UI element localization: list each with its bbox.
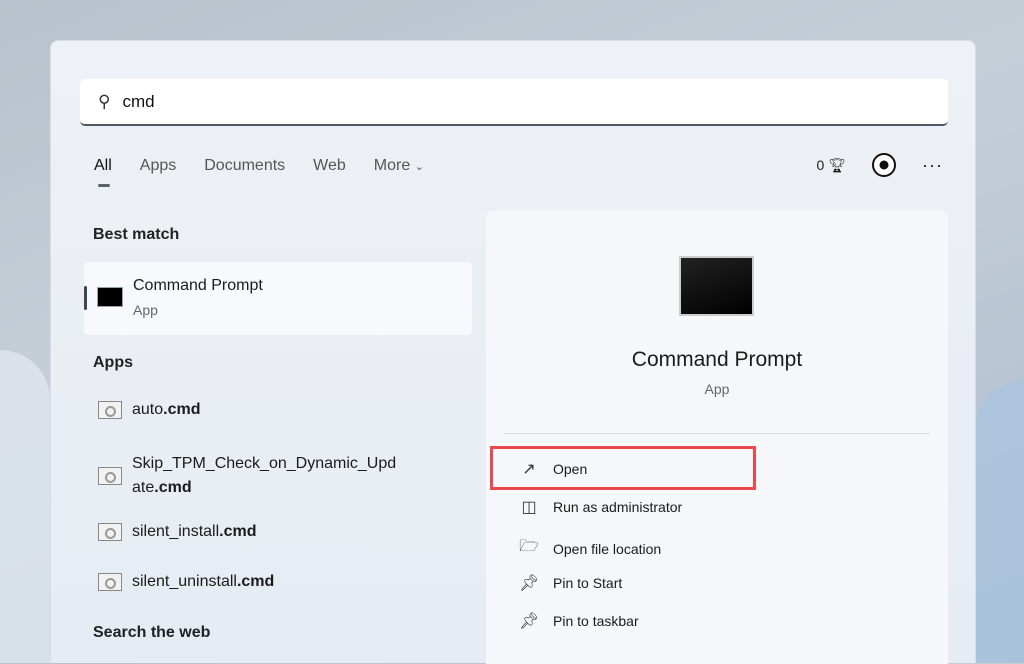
selection-indicator: [84, 286, 87, 310]
action-label: Open: [553, 461, 588, 477]
command-prompt-large-icon: [679, 256, 754, 316]
best-match-subtitle: App: [133, 302, 158, 318]
detail-subtitle: App: [704, 381, 730, 397]
action-label: Run as administrator: [553, 499, 683, 515]
tab-documents[interactable]: Documents: [204, 157, 285, 175]
app-result-item[interactable]: Skip_TPM_Check_on_Dynamic_Update.cmd ›: [98, 452, 494, 500]
wallpaper-bloom: [0, 350, 50, 663]
search-icon: ⚲: [98, 91, 111, 111]
search-web-heading: Search the web: [93, 624, 211, 641]
app-ext: .cmd: [236, 573, 275, 590]
tab-web[interactable]: Web: [313, 157, 346, 175]
apps-heading: Apps: [93, 354, 133, 371]
pin-icon: 📌︎: [519, 575, 540, 592]
open-external-icon: ↗: [522, 461, 536, 478]
more-options-icon[interactable]: ···: [922, 155, 943, 176]
folder-icon: 🗁︎: [519, 538, 539, 555]
action-open-file-location[interactable]: 🗁︎ Open file location: [519, 535, 661, 562]
rewards-points: 0: [816, 156, 825, 173]
app-ext: .cmd: [163, 401, 201, 418]
action-label: Pin to Start: [553, 575, 623, 591]
app-name-cont: ate: [132, 479, 155, 496]
filter-tabs: All Apps Documents Web More ⌄: [94, 157, 424, 187]
action-label: Open file location: [553, 540, 662, 557]
best-match-heading: Best match: [93, 226, 180, 243]
app-name: auto: [132, 401, 164, 418]
tab-apps[interactable]: Apps: [140, 157, 176, 175]
trophy-icon: 🏆︎: [828, 156, 847, 173]
chevron-down-icon: ⌄: [414, 161, 424, 173]
header-actions: 0 🏆︎ ···: [817, 153, 943, 177]
detail-pane: Command Prompt App ↗ Open ◫ Run as adminis…: [486, 211, 948, 664]
pin-icon: 📌︎: [519, 613, 540, 630]
start-search-panel: ⚲ All Apps Documents Web More ⌄ 0 🏆︎ ···…: [50, 40, 976, 664]
action-pin-to-taskbar[interactable]: 📌︎ Pin to taskbar: [519, 611, 639, 631]
app-result-item[interactable]: silent_install.cmd ›: [98, 522, 494, 542]
profile-avatar[interactable]: [872, 153, 897, 177]
app-ext: .cmd: [154, 479, 192, 496]
shield-icon: ◫: [521, 499, 537, 516]
search-input[interactable]: [122, 91, 823, 112]
search-box[interactable]: ⚲: [80, 79, 948, 126]
best-match-title: Command Prompt: [133, 277, 263, 294]
action-open[interactable]: ↗ Open: [519, 459, 587, 479]
divider: [504, 433, 930, 434]
action-label: Pin to taskbar: [553, 613, 639, 629]
app-name: Skip_TPM_Check_on_Dynamic_Upd: [132, 455, 397, 472]
cmd-file-icon: [98, 573, 122, 591]
app-ext: .cmd: [219, 523, 257, 540]
cmd-file-icon: [98, 523, 122, 541]
app-name: silent_install: [132, 523, 220, 540]
app-result-item[interactable]: silent_uninstall.cmd ›: [98, 572, 494, 592]
cmd-file-icon: [98, 401, 122, 419]
app-name: silent_uninstall: [132, 573, 237, 590]
action-run-as-admin[interactable]: ◫ Run as administrator: [519, 497, 682, 517]
rewards-button[interactable]: 0 🏆︎: [817, 157, 846, 174]
tab-more[interactable]: More ⌄: [374, 157, 424, 175]
action-pin-to-start[interactable]: 📌︎ Pin to Start: [519, 573, 622, 593]
tab-more-label: More: [373, 157, 411, 174]
wallpaper-bloom: [976, 380, 1024, 663]
command-prompt-icon: [97, 287, 123, 307]
cmd-file-icon: [98, 467, 122, 485]
best-match-item[interactable]: Command Prompt App: [84, 262, 472, 335]
tab-all[interactable]: All: [94, 157, 112, 187]
detail-title: Command Prompt: [631, 348, 803, 371]
app-result-item[interactable]: auto.cmd ›: [98, 400, 494, 420]
